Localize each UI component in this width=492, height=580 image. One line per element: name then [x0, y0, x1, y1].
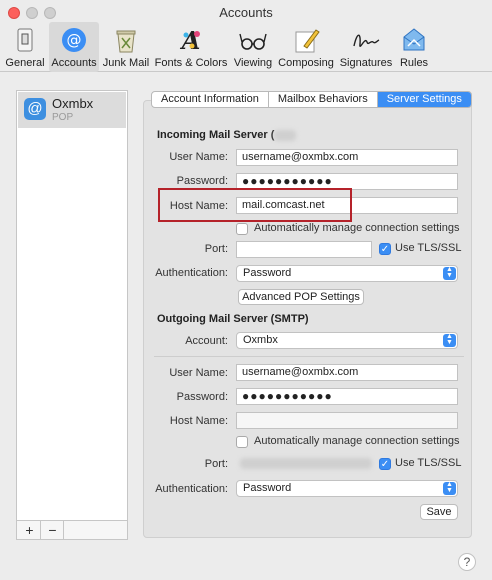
server-settings-panel: Incoming Mail Server ( User Name: userna… [143, 100, 472, 538]
outgoing-account-label: Account: [185, 335, 228, 347]
tab-account-information[interactable]: Account Information [152, 92, 269, 107]
help-button[interactable]: ? [458, 553, 476, 571]
outgoing-tls-checkbox[interactable]: ✓ [379, 458, 391, 470]
redacted-port [240, 458, 372, 469]
outgoing-server-title: Outgoing Mail Server (SMTP) [157, 313, 309, 325]
outgoing-port-label: Port: [204, 458, 228, 470]
outgoing-host-field[interactable] [236, 412, 458, 429]
incoming-auth-label: Authentication: [155, 267, 228, 279]
rules-envelope-icon [403, 28, 425, 51]
incoming-auto-manage-label: Automatically manage connection settings [254, 222, 460, 234]
save-button[interactable]: Save [420, 504, 458, 520]
account-type: POP [52, 112, 74, 123]
incoming-auth-value: Password [243, 267, 292, 279]
section-divider [154, 356, 464, 357]
settings-tabs: Account Information Mailbox Behaviors Se… [151, 91, 472, 108]
accounts-sidebar: @ Oxmbx POP + − [16, 90, 128, 540]
outgoing-tls-label: Use TLS/SSL [395, 457, 462, 469]
incoming-auth-select[interactable]: Password ▲ ▼ [236, 265, 458, 282]
at-sign-icon: @ [62, 28, 86, 52]
zoom-window-button[interactable] [44, 7, 56, 19]
outgoing-account-select[interactable]: Oxmbx ▲ ▼ [236, 332, 458, 349]
junk-mail-icon [116, 30, 136, 53]
outgoing-auto-manage-checkbox[interactable] [236, 436, 248, 448]
toolbar-composing[interactable]: Composing [277, 22, 335, 72]
outgoing-password-field[interactable]: ●●●●●●●●●●● [236, 388, 458, 405]
svg-text:A: A [180, 26, 201, 54]
toolbar-signatures[interactable]: Signatures [337, 22, 395, 72]
advanced-pop-settings-button[interactable]: Advanced POP Settings [238, 289, 364, 305]
at-sign-icon: @ [24, 98, 46, 120]
outgoing-username-label: User Name: [169, 367, 228, 379]
outgoing-username-field[interactable]: username@oxmbx.com [236, 364, 458, 381]
remove-account-button[interactable]: − [42, 521, 64, 539]
svg-text:@: @ [67, 31, 82, 49]
close-window-button[interactable] [8, 7, 20, 19]
account-list-item[interactable]: @ Oxmbx POP [18, 92, 126, 128]
outgoing-account-value: Oxmbx [243, 334, 278, 346]
minimize-window-button[interactable] [26, 7, 38, 19]
signature-icon [353, 34, 380, 47]
incoming-password-label: Password: [176, 175, 228, 187]
outgoing-auto-manage-label: Automatically manage connection settings [254, 435, 460, 447]
incoming-auto-manage-checkbox[interactable] [236, 223, 248, 235]
toolbar-viewing[interactable]: Viewing [231, 22, 275, 72]
outgoing-auth-label: Authentication: [155, 483, 228, 495]
incoming-port-label: Port: [204, 243, 228, 255]
glasses-icon [239, 33, 267, 50]
outgoing-auth-select[interactable]: Password ▲ ▼ [236, 480, 458, 497]
incoming-username-label: User Name: [169, 151, 228, 163]
toolbar-rules[interactable]: Rules [397, 22, 431, 72]
chevron-updown-icon: ▲ ▼ [443, 481, 456, 495]
tab-mailbox-behaviors[interactable]: Mailbox Behaviors [269, 92, 378, 107]
outgoing-auth-value: Password [243, 482, 292, 494]
incoming-tls-label: Use TLS/SSL [395, 242, 462, 254]
redacted-text [274, 130, 296, 141]
incoming-username-field[interactable]: username@oxmbx.com [236, 149, 458, 166]
window-title: Accounts [219, 5, 273, 20]
chevron-updown-icon: ▲ ▼ [443, 266, 456, 280]
sidebar-button-bar: + − [17, 520, 127, 539]
toolbar-fonts-colors[interactable]: A Fonts & Colors [153, 22, 229, 72]
outgoing-password-label: Password: [176, 391, 228, 403]
incoming-port-field[interactable] [236, 241, 372, 258]
general-switch-icon [17, 28, 33, 52]
toolbar-junk-mail[interactable]: Junk Mail [101, 22, 151, 72]
fonts-colors-icon: A [180, 26, 201, 54]
tab-server-settings[interactable]: Server Settings [377, 92, 471, 107]
incoming-server-title: Incoming Mail Server ( [157, 129, 275, 141]
incoming-tls-checkbox[interactable]: ✓ [379, 243, 391, 255]
account-name: Oxmbx [52, 96, 94, 111]
toolbar-accounts[interactable]: @ Accounts [49, 22, 99, 72]
preferences-toolbar: General @ Accounts Junk Mail A Fonts & C… [0, 22, 492, 72]
pencil-paper-icon [295, 29, 320, 53]
outgoing-host-label: Host Name: [169, 415, 228, 427]
toolbar-general[interactable]: General [4, 22, 46, 72]
chevron-updown-icon: ▲ ▼ [443, 333, 456, 347]
add-account-button[interactable]: + [19, 521, 41, 539]
host-name-highlight [158, 188, 352, 222]
